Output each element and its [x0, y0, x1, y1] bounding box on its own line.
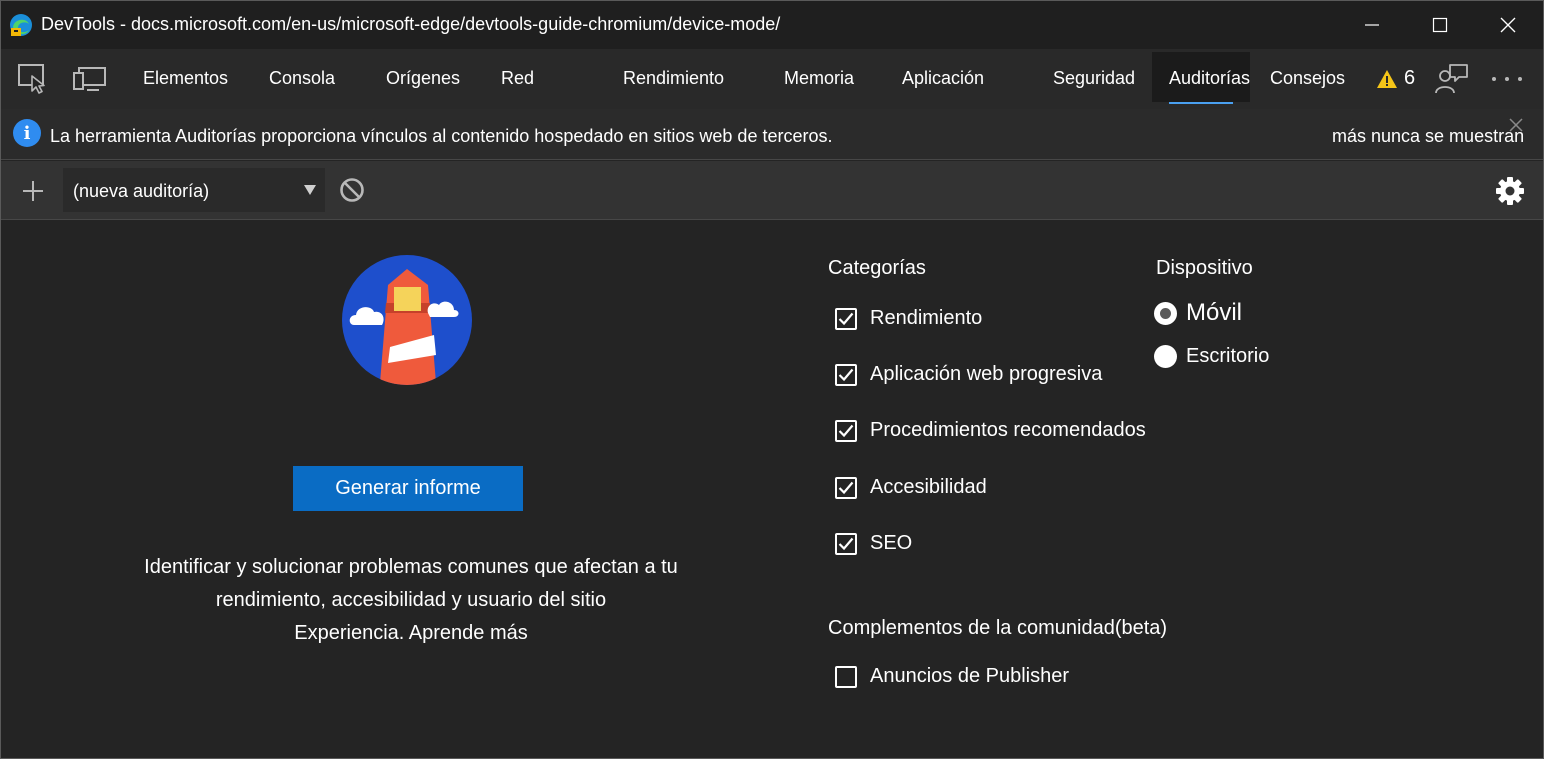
more-options-icon[interactable] [1491, 76, 1523, 82]
edge-browser-icon [10, 14, 32, 36]
category-checkbox-accessibility[interactable]: Accesibilidad [835, 476, 987, 499]
checkmark-icon [838, 312, 854, 325]
plugin-label: Anuncios de Publisher [870, 665, 1070, 687]
device-label: Móvil [1186, 299, 1243, 326]
checkbox[interactable] [835, 419, 857, 442]
tab-rendimiento[interactable]: Rendimiento [623, 68, 724, 89]
tab-elementos[interactable]: Elementos [143, 68, 228, 89]
dropdown-caret-icon [304, 185, 316, 195]
window-title: DevTools - docs.microsoft.com/en-us/micr… [41, 14, 781, 34]
radio-button[interactable] [1154, 301, 1177, 325]
audit-select-value: (nueva auditoría) [73, 181, 210, 201]
checkbox[interactable] [835, 532, 857, 555]
close-window-button[interactable] [1474, 1, 1542, 49]
device-label: Escritorio [1186, 345, 1270, 367]
audit-select[interactable]: (nueva auditoría) [63, 168, 325, 212]
plus-icon[interactable] [21, 179, 45, 203]
category-checkbox-pwa[interactable]: Aplicación web progresiva [835, 363, 1102, 386]
gear-icon[interactable] [1495, 176, 1525, 206]
description-line: Identificar y solucionar problemas comun… [144, 556, 678, 578]
clear-block-icon[interactable] [339, 177, 365, 203]
minimize-icon [1365, 24, 1379, 26]
category-label: SEO [870, 532, 913, 554]
active-tab-underline [1169, 102, 1233, 104]
info-icon: i [13, 119, 41, 147]
learn-more-link[interactable]: Experiencia. Aprende más [101, 617, 721, 650]
maximize-button[interactable] [1406, 1, 1474, 49]
category-label: Accesibilidad [870, 476, 987, 498]
lighthouse-logo [342, 255, 472, 385]
device-title: Dispositivo [1156, 257, 1253, 279]
info-message: La herramienta Auditorías proporciona ví… [50, 126, 833, 146]
minimize-button[interactable] [1338, 1, 1406, 49]
title-bar: DevTools - docs.microsoft.com/en-us/micr… [1, 1, 1543, 49]
close-icon [1500, 17, 1516, 33]
audits-start-view: Generar informe Identificar y solucionar… [1, 221, 1543, 758]
description-line: rendimiento, accesibilidad y usuario del… [215, 589, 607, 611]
tab-seguridad[interactable]: Seguridad [1053, 68, 1135, 89]
close-icon[interactable] [1509, 118, 1523, 132]
audits-description: Identificar y solucionar problemas comun… [101, 551, 721, 650]
devtools-window: DevTools - docs.microsoft.com/en-us/micr… [0, 0, 1544, 759]
maximize-icon [1432, 17, 1448, 33]
category-label: Aplicación web progresiva [870, 363, 1103, 385]
device-emulation-icon[interactable] [73, 67, 107, 93]
tab-aplicacion[interactable]: Aplicación [902, 68, 984, 89]
inspect-element-icon[interactable] [18, 64, 50, 94]
tab-consola[interactable]: Consola [269, 68, 335, 89]
tab-origenes[interactable]: Orígenes [386, 68, 460, 89]
tab-auditorias[interactable]: Auditorías [1169, 68, 1250, 89]
checkmark-icon [838, 424, 854, 437]
issues-counter[interactable]: 6 [1376, 67, 1415, 90]
checkbox[interactable] [835, 665, 857, 688]
generate-report-button[interactable]: Generar informe [293, 466, 523, 511]
checkmark-icon [838, 368, 854, 381]
plugin-checkbox-publisher-ads[interactable]: Anuncios de Publisher [835, 665, 1069, 688]
radio-button[interactable] [1154, 345, 1177, 368]
category-checkbox-best-practices[interactable]: Procedimientos recomendados [835, 419, 1146, 442]
radio-selected-dot [1158, 305, 1173, 321]
device-radio-desktop[interactable]: Escritorio [1154, 345, 1269, 368]
tab-red[interactable]: Red [501, 68, 534, 89]
device-radio-mobile[interactable]: Móvil [1154, 299, 1242, 327]
checkbox[interactable] [835, 476, 857, 499]
tab-memoria[interactable]: Memoria [784, 68, 854, 89]
checkbox[interactable] [835, 307, 857, 330]
dont-show-again-link[interactable]: más nunca se muestran [1332, 126, 1524, 147]
tab-consejos[interactable]: Consejos [1270, 68, 1345, 89]
panel-tab-bar: Elementos Consola Orígenes Red Rendimien… [1, 49, 1543, 109]
warning-triangle-icon [1377, 69, 1397, 88]
checkmark-icon [838, 481, 854, 494]
checkbox[interactable] [835, 363, 857, 386]
info-bar: i La herramienta Auditorías proporciona … [1, 109, 1543, 160]
plugins-title: Complementos de la comunidad(beta) [828, 617, 1168, 639]
category-checkbox-seo[interactable]: SEO [835, 532, 912, 555]
category-checkbox-rendimiento[interactable]: Rendimiento [835, 307, 982, 330]
category-label: Procedimientos recomendados [870, 419, 1146, 441]
category-label: Rendimiento [870, 307, 983, 329]
issues-count: 6 [1404, 67, 1416, 89]
categories-title: Categorías [828, 257, 926, 279]
feedback-icon[interactable] [1435, 63, 1469, 95]
audits-toolbar: (nueva auditoría) [1, 161, 1543, 220]
checkmark-icon [838, 537, 854, 550]
